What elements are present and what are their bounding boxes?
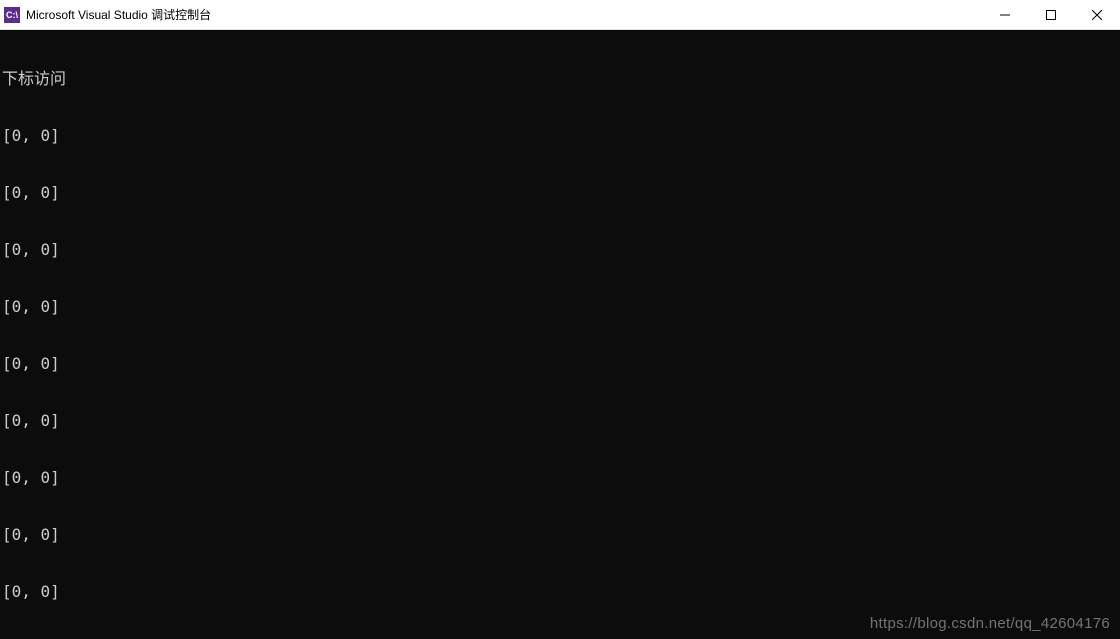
close-icon xyxy=(1092,10,1102,20)
minimize-button[interactable] xyxy=(982,0,1028,30)
close-button[interactable] xyxy=(1074,0,1120,30)
watermark-text: https://blog.csdn.net/qq_42604176 xyxy=(870,614,1110,633)
maximize-button[interactable] xyxy=(1028,0,1074,30)
minimize-icon xyxy=(1000,10,1010,20)
console-row: [0, 0] xyxy=(2,525,1118,544)
console-row: [0, 0] xyxy=(2,240,1118,259)
console-row: [0, 0] xyxy=(2,411,1118,430)
console-output[interactable]: 下标访问 [0, 0] [0, 0] [0, 0] [0, 0] [0, 0] … xyxy=(0,30,1120,639)
window-controls xyxy=(982,0,1120,30)
maximize-icon xyxy=(1046,10,1056,20)
app-icon: C:\ xyxy=(4,7,20,23)
console-row: [0, 0] xyxy=(2,126,1118,145)
console-row: [0, 0] xyxy=(2,582,1118,601)
console-row: [0, 0] xyxy=(2,183,1118,202)
console-row: [0, 0] xyxy=(2,297,1118,316)
window-title: Microsoft Visual Studio 调试控制台 xyxy=(26,6,211,23)
console-row: [0, 0] xyxy=(2,354,1118,373)
console-header-line: 下标访问 xyxy=(2,69,1118,88)
title-bar-left: C:\ Microsoft Visual Studio 调试控制台 xyxy=(4,6,211,23)
title-bar: C:\ Microsoft Visual Studio 调试控制台 xyxy=(0,0,1120,30)
console-row: [0, 0] xyxy=(2,468,1118,487)
